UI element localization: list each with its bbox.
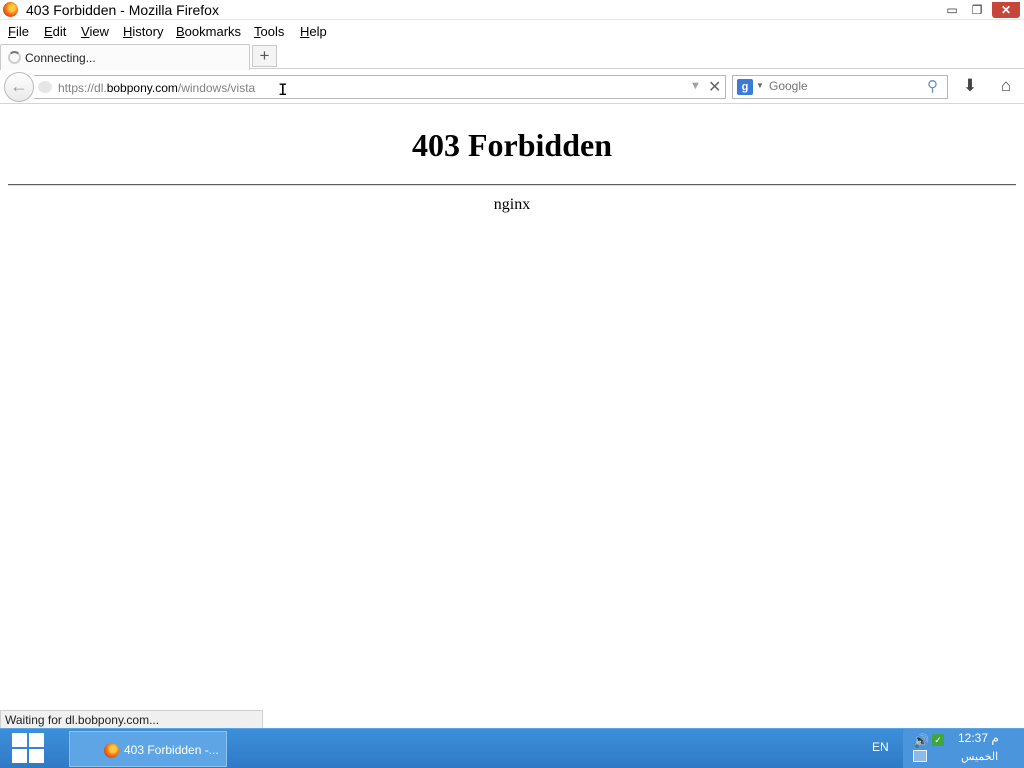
url-history-dropdown-icon[interactable]: ▼ — [690, 80, 701, 92]
search-magnifier-icon[interactable]: ⚲ — [927, 77, 938, 95]
menu-view[interactable]: View — [81, 24, 109, 39]
system-tray: 🔊 ✓ 12:37 م الخميس — [903, 729, 1024, 768]
back-button[interactable]: ← — [4, 72, 34, 102]
url-prefix: https://dl. — [58, 81, 107, 95]
tab-label: Connecting... — [25, 51, 96, 65]
firefox-icon — [104, 743, 119, 758]
clock-time[interactable]: 12:37 م — [958, 731, 999, 745]
downloads-button[interactable]: ⬇ — [960, 76, 980, 96]
title-bar: 403 Forbidden - Mozilla Firefox ▭ ❐ ✕ — [0, 0, 1024, 20]
security-shield-icon[interactable]: ✓ — [932, 734, 944, 746]
google-engine-icon[interactable]: g — [737, 79, 753, 95]
menu-history[interactable]: History — [123, 24, 163, 39]
url-host: bobpony.com — [106, 81, 178, 95]
speaker-icon[interactable]: 🔊 — [913, 733, 929, 749]
menu-tools[interactable]: Tools — [254, 24, 284, 39]
taskbar-button-label: 403 Forbidden -... — [124, 743, 219, 757]
url-text[interactable]: https://dl.bobpony.com/windows/vista — [58, 81, 255, 95]
loading-spinner-icon — [8, 51, 21, 64]
windows-logo-icon — [12, 733, 27, 747]
navigation-bar: ← https://dl.bobpony.com/windows/vista ▼… — [0, 70, 1024, 104]
clock-day[interactable]: الخميس — [961, 750, 998, 763]
close-button[interactable]: ✕ — [992, 2, 1020, 18]
tab-strip: Connecting... + — [0, 43, 1024, 70]
restore-button[interactable]: ❐ — [965, 2, 989, 18]
window-title: 403 Forbidden - Mozilla Firefox — [26, 2, 219, 18]
url-path: /windows/vista — [177, 81, 256, 95]
server-signature: nginx — [493, 196, 531, 213]
taskbar: 403 Forbidden -... EN 🔊 ✓ 12:37 م الخميس — [0, 728, 1024, 768]
text-cursor-icon: I — [278, 80, 288, 99]
start-button[interactable] — [12, 733, 46, 765]
menu-file[interactable]: File — [8, 24, 29, 39]
menu-edit[interactable]: Edit — [44, 24, 66, 39]
new-tab-button[interactable]: + — [252, 45, 277, 67]
tab-current[interactable]: Connecting... — [0, 44, 250, 70]
menu-bar: File Edit View History Bookmarks Tools H… — [0, 21, 1024, 43]
menu-help[interactable]: Help — [300, 24, 327, 39]
status-bar: Waiting for dl.bobpony.com... — [0, 710, 263, 729]
page-content: 403 Forbidden nginx — [0, 105, 1024, 705]
language-indicator[interactable]: EN — [872, 740, 889, 754]
minimize-button[interactable]: ▭ — [940, 2, 964, 18]
home-button[interactable]: ⌂ — [996, 76, 1016, 96]
firefox-logo-icon — [3, 2, 18, 17]
site-identity-icon[interactable] — [38, 81, 52, 93]
search-bar[interactable]: g ▼ ⚲ — [732, 75, 948, 99]
menu-bookmarks[interactable]: Bookmarks — [176, 24, 241, 39]
taskbar-firefox-button[interactable]: 403 Forbidden -... — [69, 731, 227, 767]
horizontal-rule — [8, 184, 1016, 186]
network-icon[interactable] — [913, 750, 927, 762]
page-title: 403 Forbidden — [411, 127, 613, 163]
stop-loading-icon[interactable]: ✕ — [708, 77, 721, 97]
search-input[interactable] — [769, 79, 919, 93]
url-bar[interactable]: https://dl.bobpony.com/windows/vista ▼ ✕ — [34, 75, 726, 99]
engine-dropdown-icon[interactable]: ▼ — [756, 81, 764, 90]
